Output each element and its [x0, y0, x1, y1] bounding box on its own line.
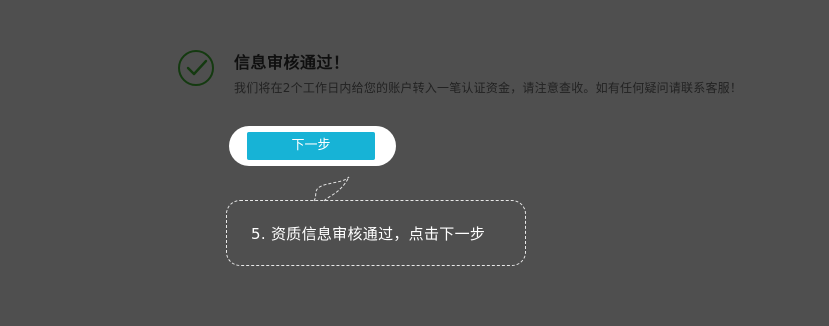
next-step-button[interactable]: 下一步	[247, 132, 375, 160]
tutorial-callout-text: 5. 资质信息审核通过，点击下一步	[251, 225, 486, 243]
callout-pointer-icon	[313, 176, 350, 202]
result-description: 我们将在2个工作日内给您的账户转入一笔认证资金，请注意查收。如有任何疑问请联系客…	[234, 81, 743, 95]
check-circle-icon	[178, 50, 214, 86]
tutorial-overlay: 信息审核通过！ 我们将在2个工作日内给您的账户转入一笔认证资金，请注意查收。如有…	[0, 0, 829, 326]
result-title: 信息审核通过！	[234, 53, 350, 72]
